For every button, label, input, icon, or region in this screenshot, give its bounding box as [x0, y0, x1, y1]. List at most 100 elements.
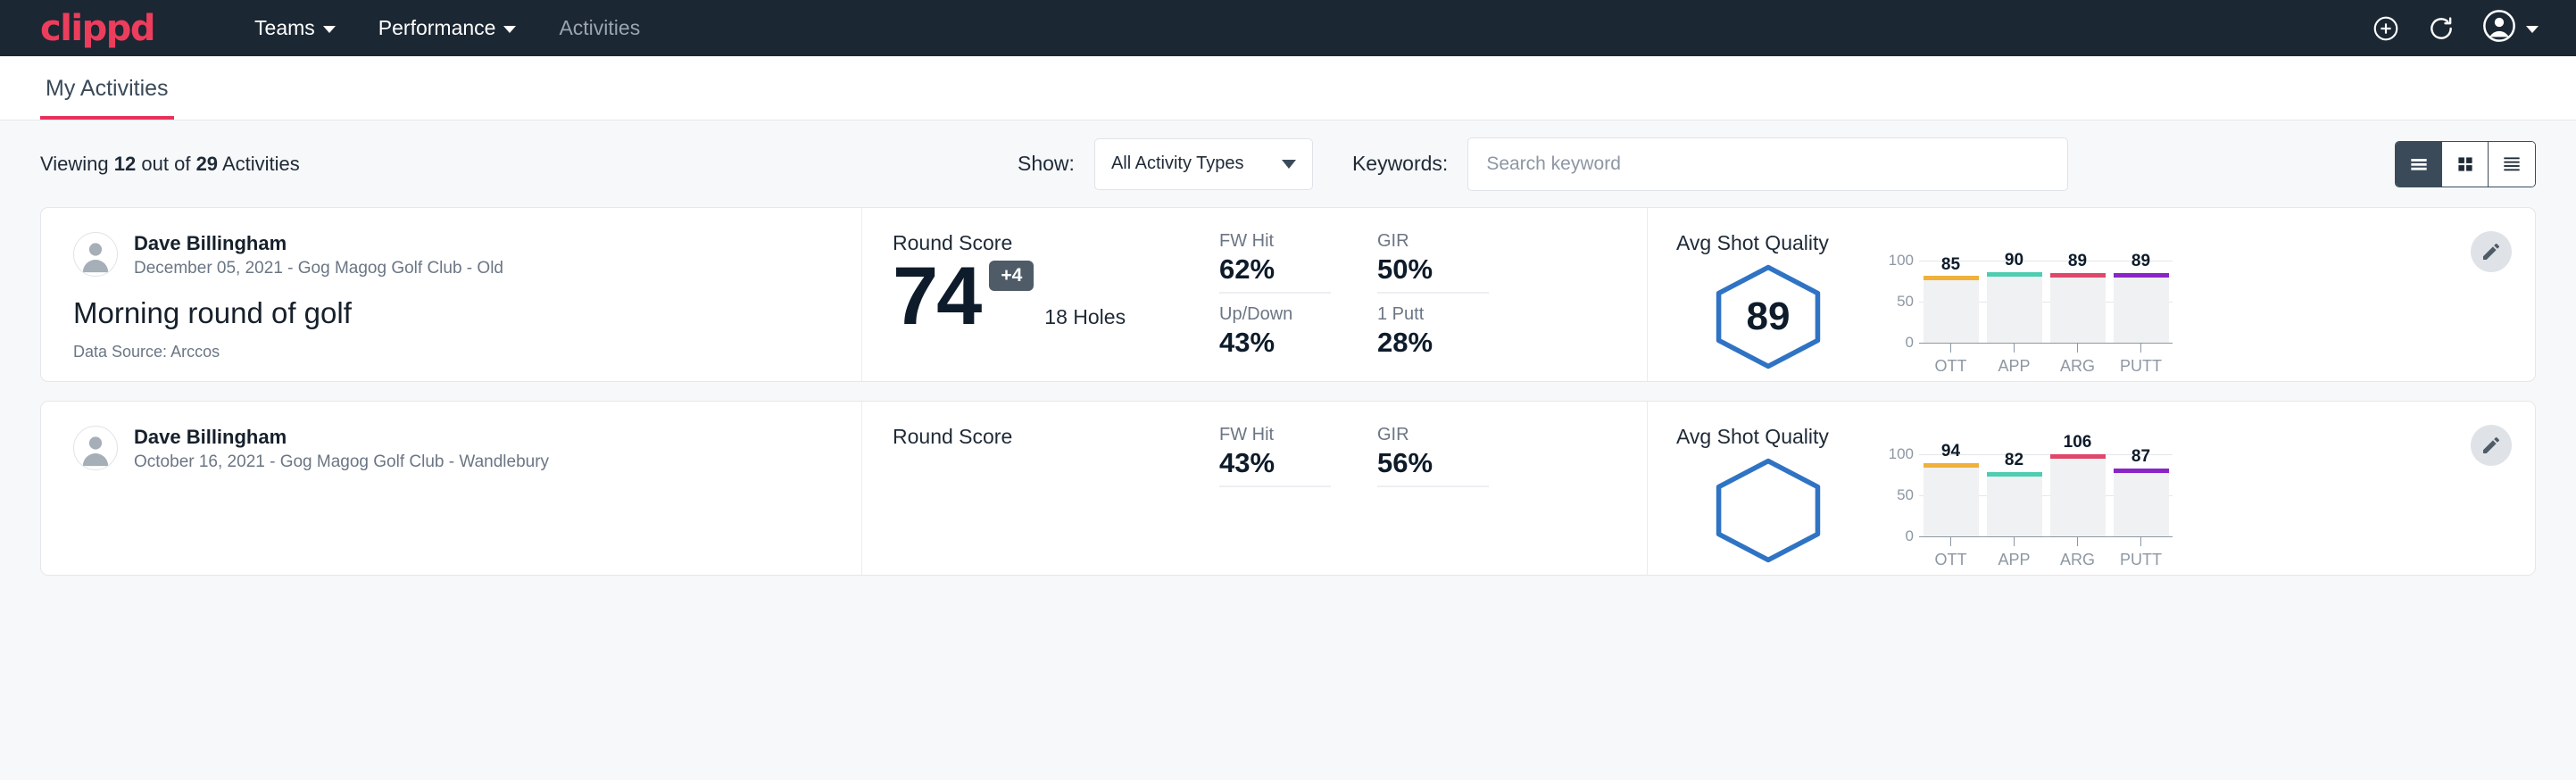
bar-putt-cap [2114, 273, 2169, 278]
bar-arg-value: 106 [2050, 433, 2106, 452]
pencil-icon [2480, 241, 2502, 262]
viewing-suffix: Activities [222, 153, 300, 175]
activity-type-select[interactable]: All Activity Types [1094, 138, 1313, 190]
stat-one-putt [1377, 487, 1489, 550]
bar-arg-value: 89 [2050, 252, 2106, 271]
bar-arg: 106 [2050, 454, 2106, 536]
stat-up-down: Up/Down 43% [1219, 294, 1331, 356]
activity-card[interactable]: Dave Billingham December 05, 2021 - Gog … [40, 207, 2536, 382]
activity-author-name: Dave Billingham [134, 231, 503, 256]
bar-putt-rect [2114, 277, 2169, 343]
activity-list: Dave Billingham December 05, 2021 - Gog … [0, 207, 2576, 576]
bar-app-cap [1987, 472, 2042, 477]
nav-item-teams-label: Teams [254, 16, 315, 40]
avatar [73, 232, 118, 277]
view-mode-compact-button[interactable] [2489, 142, 2535, 187]
view-mode-list-button[interactable] [2396, 142, 2442, 187]
chevron-down-icon [323, 26, 336, 33]
chart-plot-area: 85 90 [1919, 261, 2173, 343]
x-label-ott: OTT [1924, 551, 1979, 569]
stat-fw-hit: FW Hit 43% [1219, 425, 1331, 487]
nav-item-teams[interactable]: Teams [233, 16, 357, 40]
stat-fw-hit-value: 43% [1219, 447, 1331, 479]
activity-data-source: Data Source: Arccos [73, 343, 220, 361]
chart-x-axis: OTT APP ARG PUTT [1919, 536, 2173, 570]
bar-putt: 87 [2114, 454, 2169, 536]
y-tick-50: 50 [1897, 486, 1914, 504]
activity-meta: December 05, 2021 - Gog Magog Golf Club … [134, 259, 503, 278]
clippd-logo[interactable]: clippd [40, 8, 154, 49]
viewing-prefix: Viewing [40, 153, 109, 175]
header-actions [2371, 0, 2539, 56]
account-menu[interactable] [2481, 8, 2539, 48]
activity-card[interactable]: Dave Billingham October 16, 2021 - Gog M… [40, 401, 2536, 576]
tab-my-activities[interactable]: My Activities [40, 76, 174, 120]
round-score-label: Round Score [893, 425, 1219, 449]
x-tick-arg: ARG [2050, 536, 2106, 570]
bar-arg-cap [2050, 273, 2106, 278]
x-label-putt: PUTT [2114, 551, 2169, 569]
tick-mark [2077, 536, 2078, 546]
tick-mark [1950, 536, 1951, 546]
view-mode-grid-button[interactable] [2442, 142, 2489, 187]
stat-gir-value: 56% [1377, 447, 1489, 479]
avg-shot-quality-label: Avg Shot Quality [1676, 425, 2535, 449]
edit-activity-button[interactable] [2471, 231, 2512, 272]
bar-arg-cap [2050, 454, 2106, 459]
edit-activity-button[interactable] [2471, 425, 2512, 466]
chart-bars: 94 82 [1919, 454, 2173, 536]
y-tick-50: 50 [1897, 293, 1914, 311]
plus-circle-icon[interactable] [2371, 13, 2401, 44]
stat-one-putt: 1 Putt 28% [1377, 294, 1489, 356]
x-tick-app: APP [1987, 536, 2042, 570]
app-header: clippd Teams Performance Activities [0, 0, 2576, 56]
nav-item-activities-label: Activities [559, 16, 640, 40]
grid-view-icon [2454, 153, 2477, 176]
bar-putt-cap [2114, 469, 2169, 473]
avg-shot-quality-label: Avg Shot Quality [1676, 231, 2535, 255]
keywords-label: Keywords: [1352, 152, 1448, 176]
account-circle-icon [2481, 8, 2517, 48]
bar-ott-value: 94 [1924, 442, 1979, 461]
stat-one-putt-value: 28% [1377, 327, 1489, 359]
nav-item-activities[interactable]: Activities [537, 16, 661, 40]
tick-mark [2077, 343, 2078, 353]
list-view-icon [2407, 153, 2431, 176]
activity-meta: October 16, 2021 - Gog Magog Golf Club -… [134, 452, 549, 472]
nav-item-performance[interactable]: Performance [357, 16, 538, 40]
activity-info: Dave Billingham October 16, 2021 - Gog M… [41, 402, 862, 575]
quality-hexagon [1692, 454, 1844, 566]
chart-x-axis: OTT APP ARG PUTT [1919, 343, 2173, 377]
stat-gir: GIR 50% [1377, 231, 1489, 294]
bar-app: 90 [1987, 261, 2042, 343]
stat-fw-hit: FW Hit 62% [1219, 231, 1331, 294]
round-score-section: Round Score [862, 402, 1219, 575]
shot-quality-chart: 100 50 0 85 [1878, 261, 2173, 377]
activity-stats-grid: FW Hit 43% GIR 56% [1219, 402, 1648, 575]
round-score-value-row: 74 +4 18 Holes [893, 259, 1219, 335]
y-tick-100: 100 [1889, 252, 1914, 270]
x-tick-ott: OTT [1924, 536, 1979, 570]
avg-shot-quality-section: Avg Shot Quality 100 50 0 [1648, 402, 2535, 575]
search-input[interactable] [1467, 137, 2068, 191]
avatar [73, 426, 118, 470]
tick-mark [2140, 343, 2141, 353]
refresh-icon[interactable] [2426, 13, 2456, 44]
chevron-down-icon [503, 26, 516, 33]
stat-gir-label: GIR [1377, 231, 1489, 252]
chevron-down-icon [2526, 26, 2539, 33]
tick-mark [2014, 343, 2015, 353]
x-label-arg: ARG [2050, 357, 2106, 376]
bar-putt-value: 87 [2114, 447, 2169, 467]
activity-author: Dave Billingham December 05, 2021 - Gog … [73, 231, 835, 278]
activity-author-name: Dave Billingham [134, 425, 549, 450]
chart-plot-area: 94 82 [1919, 454, 2173, 536]
person-icon [75, 428, 116, 469]
y-tick-0: 0 [1906, 334, 1914, 352]
tick-mark [2014, 536, 2015, 546]
shot-quality-chart: 100 50 0 94 [1878, 454, 2173, 570]
chart-y-axis: 100 50 0 [1878, 454, 1914, 536]
x-label-arg: ARG [2050, 551, 2106, 569]
bar-arg: 89 [2050, 261, 2106, 343]
hexagon-icon [1709, 456, 1827, 565]
